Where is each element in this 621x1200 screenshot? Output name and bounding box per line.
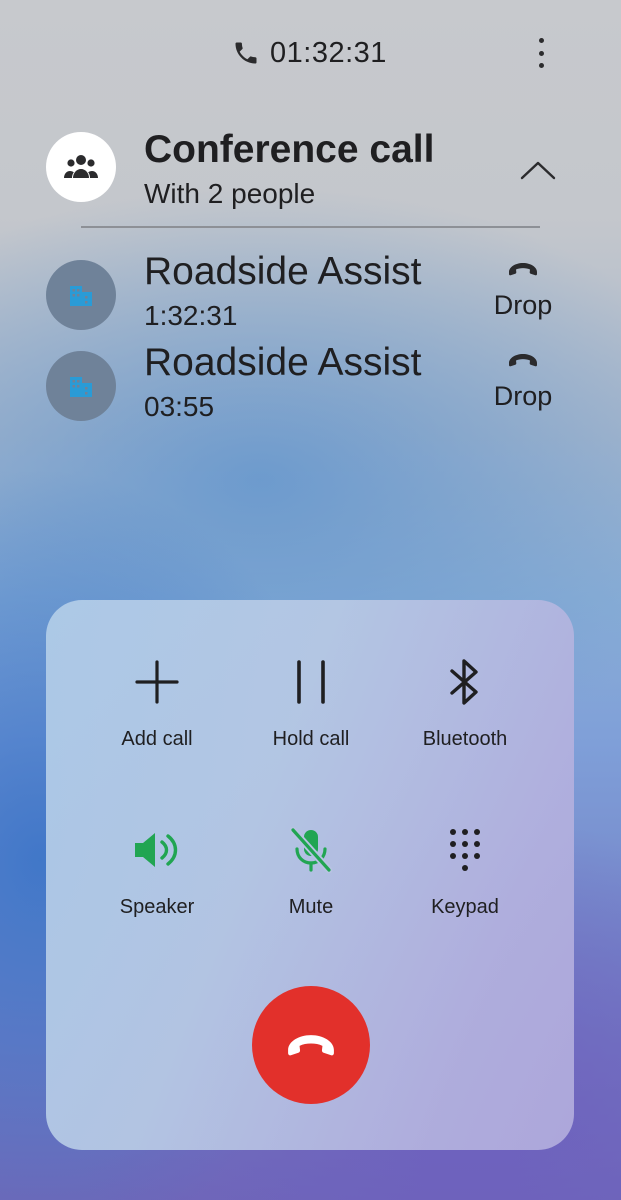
- hang-up-icon: [509, 263, 537, 276]
- mic-off-icon: [234, 820, 388, 880]
- building-icon: [46, 260, 116, 330]
- group-icon: [46, 132, 116, 202]
- drop-label: Drop: [493, 381, 553, 411]
- chevron-up-icon[interactable]: [516, 148, 560, 192]
- bluetooth-icon: [388, 652, 542, 712]
- speaker-button[interactable]: Speaker: [80, 820, 234, 940]
- call-timer-text: 01:32:31: [270, 36, 387, 69]
- drop-participant-button[interactable]: Drop: [480, 347, 566, 429]
- keypad-button[interactable]: Keypad: [388, 820, 542, 940]
- conference-title: Conference call: [144, 128, 435, 171]
- plus-icon: [80, 652, 234, 712]
- conference-header[interactable]: Conference call With 2 people: [46, 128, 576, 218]
- hold-call-button[interactable]: Hold call: [234, 652, 388, 772]
- participant-duration: 03:55: [144, 391, 215, 422]
- drop-participant-button[interactable]: Drop: [480, 256, 566, 338]
- keypad-label: Keypad: [431, 896, 499, 918]
- phone-icon: [235, 42, 257, 64]
- call-controls-panel: Add call Hold call Bluetooth Speaker Mut…: [46, 600, 574, 1150]
- bluetooth-label: Bluetooth: [422, 728, 508, 750]
- bluetooth-button[interactable]: Bluetooth: [388, 652, 542, 772]
- pause-icon: [234, 652, 388, 712]
- header-divider: [81, 226, 540, 228]
- conference-subtitle: With 2 people: [144, 178, 316, 209]
- participant-name: Roadside Assist: [144, 250, 422, 293]
- mute-label: Mute: [288, 896, 334, 918]
- mute-button[interactable]: Mute: [234, 820, 388, 940]
- more-options-icon[interactable]: [526, 36, 556, 70]
- add-call-button[interactable]: Add call: [80, 652, 234, 772]
- participant-duration: 1:32:31: [144, 300, 238, 331]
- speaker-icon: [80, 820, 234, 880]
- call-status-bar: 01:32:31: [0, 36, 621, 70]
- speaker-label: Speaker: [119, 896, 195, 918]
- hang-up-icon: [509, 354, 537, 367]
- end-call-icon: [288, 1035, 334, 1056]
- call-timer: 01:32:31: [232, 36, 387, 70]
- participant-row: Roadside Assist 1:32:31 Drop: [46, 250, 576, 338]
- add-call-label: Add call: [121, 728, 193, 750]
- end-call-button[interactable]: [252, 986, 370, 1104]
- participant-name: Roadside Assist: [144, 341, 422, 384]
- dialpad-icon: [388, 820, 542, 880]
- participant-row: Roadside Assist 03:55 Drop: [46, 341, 576, 429]
- building-icon: [46, 351, 116, 421]
- drop-label: Drop: [493, 290, 553, 320]
- hold-call-label: Hold call: [272, 728, 350, 750]
